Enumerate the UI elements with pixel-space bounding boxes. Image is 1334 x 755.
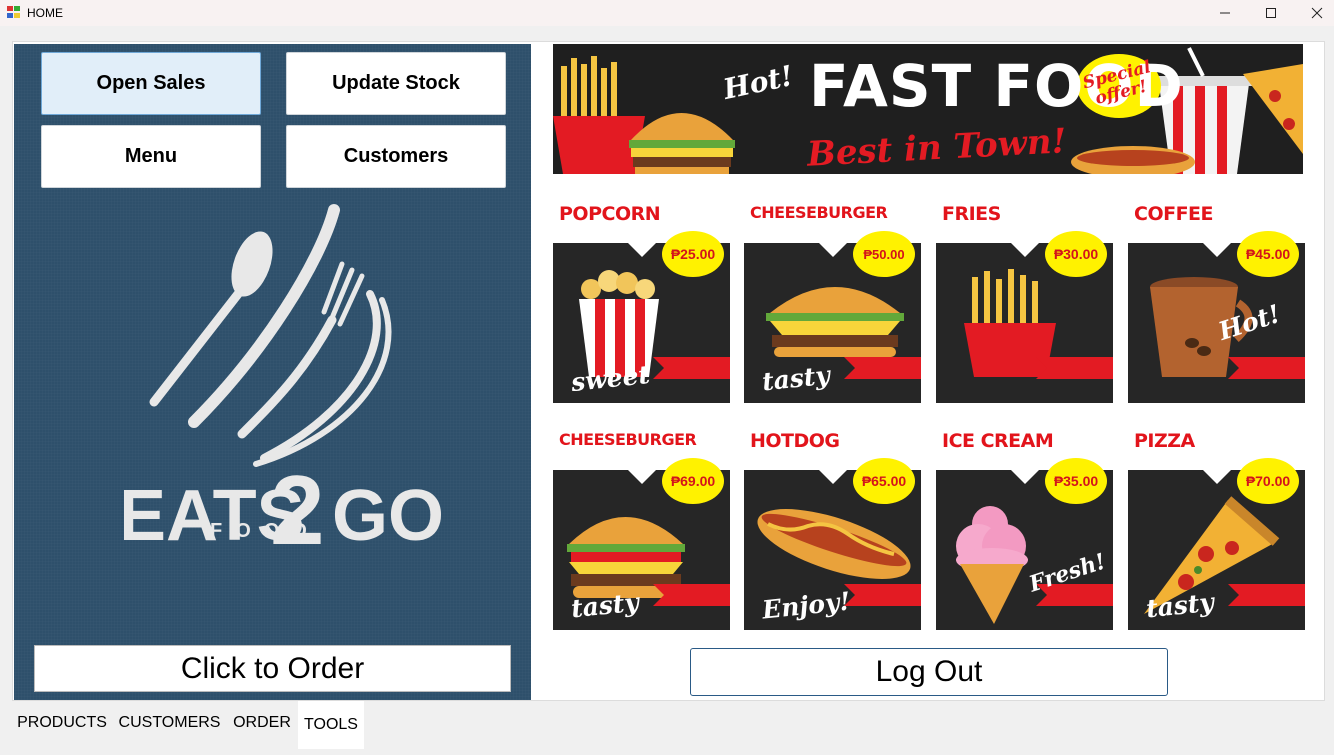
- price-badge: ₱70.00: [1237, 458, 1299, 504]
- price-badge: ₱25.00: [662, 231, 724, 277]
- customers-button[interactable]: Customers: [286, 125, 506, 188]
- app-icon: [7, 6, 21, 19]
- maximize-button[interactable]: [1248, 0, 1294, 26]
- minimize-icon: [1220, 12, 1230, 14]
- minimize-button[interactable]: [1202, 0, 1248, 26]
- tab-customers[interactable]: CUSTOMERS: [113, 701, 226, 747]
- menu-card-popcorn[interactable]: POPCORN ₱25.00 sweet: [553, 185, 730, 403]
- menu-card-fries[interactable]: FRIES ₱30.00: [936, 185, 1113, 403]
- title-bar: HOME: [0, 0, 1334, 26]
- item-name: ICE CREAM: [942, 430, 1054, 452]
- price-badge: ₱45.00: [1237, 231, 1299, 277]
- log-out-button[interactable]: Log Out: [690, 648, 1168, 696]
- left-panel: Open Sales Update Stock Menu Customers E…: [14, 44, 531, 700]
- item-script: tasty: [569, 587, 641, 624]
- menu-card-pizza[interactable]: PIZZA ₱70.00 tasty: [1128, 412, 1305, 630]
- item-name: PIZZA: [1134, 430, 1195, 452]
- menu-card-coffee[interactable]: COFFEE ₱45.00 Hot!: [1128, 185, 1305, 403]
- item-script: tasty: [760, 360, 832, 397]
- item-name: COFFEE: [1134, 203, 1214, 225]
- maximize-icon: [1266, 8, 1276, 18]
- logo-tagline: FOOD: [210, 520, 320, 542]
- price-badge: ₱30.00: [1045, 231, 1107, 277]
- price-badge: ₱69.00: [662, 458, 724, 504]
- item-name: CHEESEBURGER: [750, 203, 888, 222]
- burger-icon: [629, 113, 735, 174]
- click-to-order-button[interactable]: Click to Order: [34, 645, 511, 692]
- price-badge: ₱50.00: [853, 231, 915, 277]
- menu-card-cheeseburger-2[interactable]: CHEESEBURGER ₱69.00 tasty: [553, 412, 730, 630]
- hotdog-icon: [757, 509, 911, 579]
- tab-products[interactable]: PRODUCTS: [12, 701, 112, 747]
- tab-tools[interactable]: TOOLS: [298, 701, 364, 749]
- menu-card-cheeseburger[interactable]: CHEESEBURGER ₱50.00 tasty: [744, 185, 921, 403]
- menu-card-ice-cream[interactable]: ICE CREAM ₱35.00 Fresh!: [936, 412, 1113, 630]
- tab-order[interactable]: ORDER: [227, 701, 297, 747]
- item-name: FRIES: [942, 203, 1001, 225]
- logo-brand-right: GO: [332, 476, 444, 547]
- burger-icon: [766, 287, 904, 357]
- fast-food-banner: Hot! FAST FOOD Best in Town! Special off…: [553, 44, 1303, 174]
- close-icon: [1311, 7, 1323, 19]
- window-title: HOME: [27, 6, 63, 20]
- item-name: CHEESEBURGER: [559, 430, 697, 449]
- menu-card-hotdog[interactable]: HOTDOG ₱65.00 Enjoy!: [744, 412, 921, 630]
- open-sales-button[interactable]: Open Sales: [41, 52, 261, 115]
- price-badge: ₱65.00: [853, 458, 915, 504]
- close-button[interactable]: [1294, 0, 1334, 26]
- update-stock-button[interactable]: Update Stock: [286, 52, 506, 115]
- item-name: HOTDOG: [750, 430, 840, 452]
- eats2go-logo: EATS 2 GO: [124, 204, 444, 547]
- menu-button[interactable]: Menu: [41, 125, 261, 188]
- item-name: POPCORN: [559, 203, 661, 225]
- price-badge: ₱35.00: [1045, 458, 1107, 504]
- ice-cream-icon: [956, 506, 1028, 624]
